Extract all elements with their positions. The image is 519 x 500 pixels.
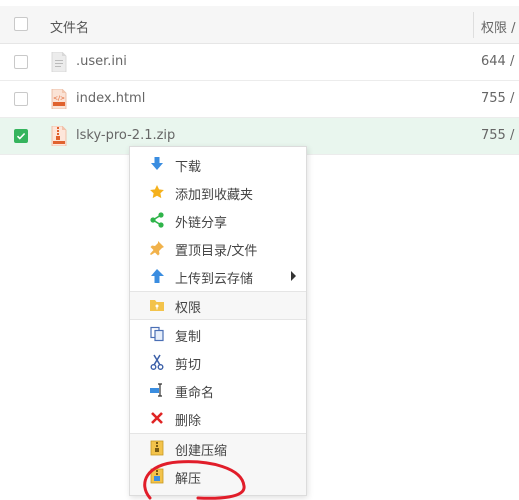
menu-item-label: 外链分享 xyxy=(175,216,228,231)
file-permission[interactable]: 755 / v xyxy=(481,128,519,143)
menu-item-share-link[interactable]: 外链分享 xyxy=(130,206,306,234)
menu-item-label: 添加到收藏夹 xyxy=(175,188,254,203)
scissors-icon xyxy=(150,354,164,370)
file-permission[interactable]: 755 / v xyxy=(481,91,519,106)
menu-item-copy[interactable]: 复制 xyxy=(130,320,306,348)
row-checkbox-checked[interactable] xyxy=(14,129,28,143)
file-name[interactable]: .user.ini xyxy=(76,54,127,69)
menu-item-download[interactable]: 下载 xyxy=(130,150,306,178)
annotation-circle xyxy=(143,460,246,500)
check-icon xyxy=(16,132,26,140)
column-divider xyxy=(473,12,474,38)
menu-item-add-favorite[interactable]: 添加到收藏夹 xyxy=(130,178,306,206)
menu-item-label: 复制 xyxy=(175,330,202,345)
file-table-header: 文件名 权限 / xyxy=(0,6,519,44)
menu-item-label: 置顶目录/文件 xyxy=(175,244,258,259)
folder-key-icon xyxy=(150,300,164,311)
file-name[interactable]: index.html xyxy=(76,91,145,106)
menu-item-label: 上传到云存储 xyxy=(175,272,254,287)
menu-item-label: 创建压缩 xyxy=(175,444,228,459)
column-header-filename[interactable]: 文件名 xyxy=(50,17,89,36)
menu-item-label: 下载 xyxy=(175,160,202,175)
row-checkbox[interactable] xyxy=(14,55,28,69)
upload-icon xyxy=(151,269,164,283)
select-all-checkbox[interactable] xyxy=(14,17,28,31)
menu-item-pin-top[interactable]: 置顶目录/文件 xyxy=(130,234,306,262)
table-row[interactable]: .user.ini 644 / r xyxy=(0,44,519,81)
context-menu: 下载 添加到收藏夹 外链分享 置顶目录/文件 上传到云存储 权限 复制 剪切 重… xyxy=(129,146,307,496)
file-name[interactable]: lsky-pro-2.1.zip xyxy=(76,128,175,143)
share-icon xyxy=(150,212,164,228)
file-permission[interactable]: 644 / r xyxy=(481,54,519,69)
menu-item-label: 删除 xyxy=(175,414,202,429)
row-checkbox[interactable] xyxy=(14,92,28,106)
svg-text:</>: </> xyxy=(53,95,65,102)
archive-icon xyxy=(150,440,164,456)
column-header-permission[interactable]: 权限 / xyxy=(481,17,516,36)
text-file-icon xyxy=(51,52,67,72)
star-icon xyxy=(150,185,164,199)
menu-item-label: 权限 xyxy=(175,301,202,316)
menu-item-delete[interactable]: 删除 xyxy=(130,404,306,432)
html-file-icon: </> xyxy=(51,89,67,109)
submenu-arrow-icon xyxy=(291,271,296,281)
menu-item-upload-cloud[interactable]: 上传到云存储 xyxy=(130,262,306,290)
menu-item-cut[interactable]: 剪切 xyxy=(130,348,306,376)
menu-item-rename[interactable]: 重命名 xyxy=(130,376,306,404)
pin-icon xyxy=(150,241,164,256)
delete-icon xyxy=(151,412,163,424)
menu-item-label: 剪切 xyxy=(175,358,202,373)
zip-file-icon xyxy=(51,126,67,146)
copy-icon xyxy=(150,326,164,342)
rename-icon xyxy=(150,383,162,397)
menu-item-permission[interactable]: 权限 xyxy=(130,291,306,319)
menu-item-label: 重命名 xyxy=(175,386,215,401)
download-icon xyxy=(151,157,163,170)
table-row[interactable]: </> index.html 755 / v xyxy=(0,81,519,118)
